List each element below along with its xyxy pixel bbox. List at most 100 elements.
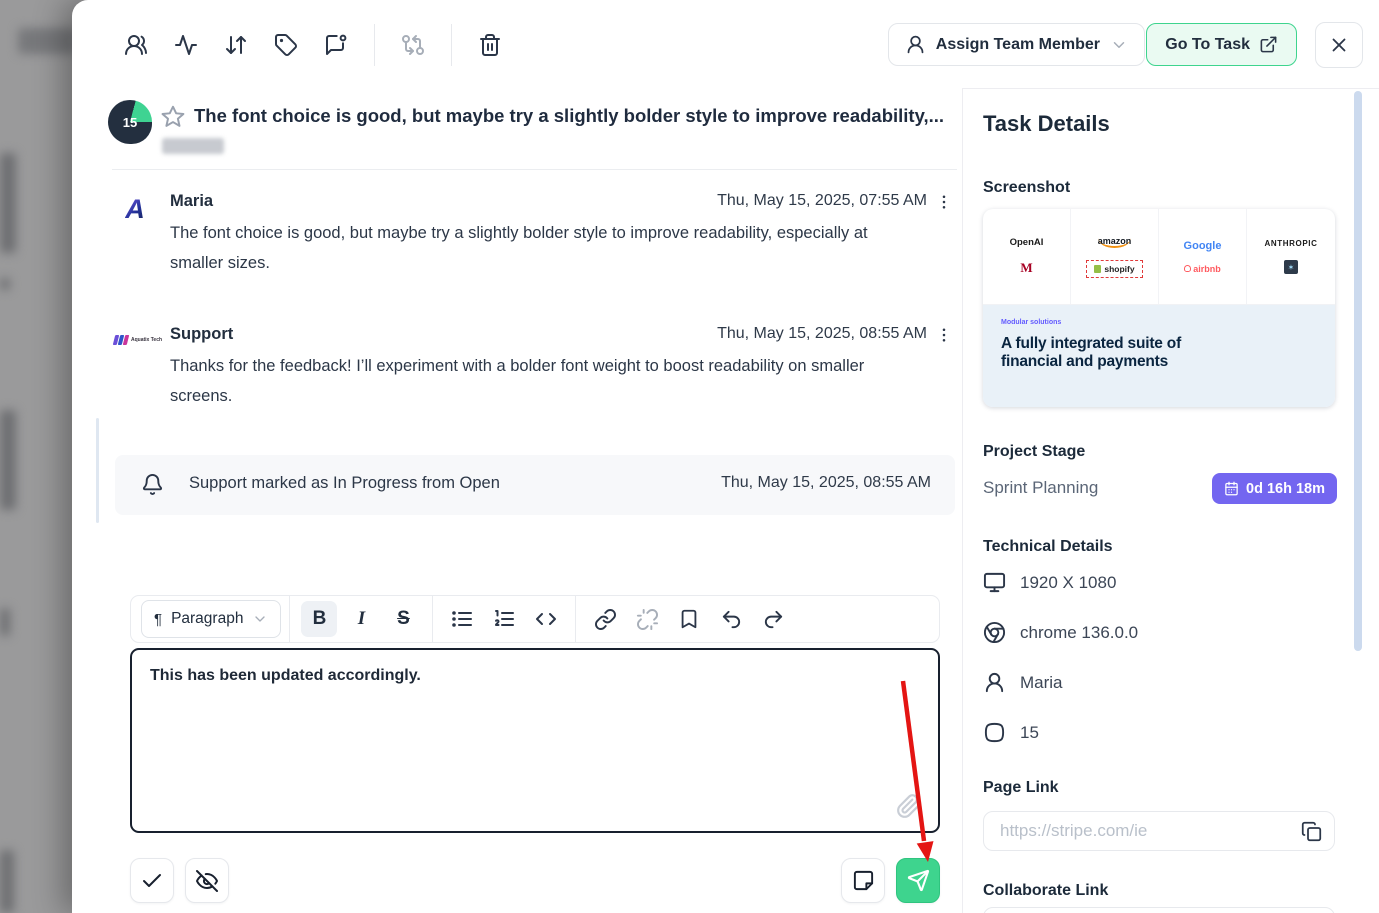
count-value: 15: [1020, 723, 1039, 743]
pilcrow-icon: ¶: [154, 611, 162, 628]
copy-icon[interactable]: [1301, 821, 1322, 842]
favorite-star-icon[interactable]: [160, 104, 186, 130]
paragraph-style-dropdown[interactable]: ¶ Paragraph: [141, 600, 281, 638]
comment-support: Aquatix Tech Support Thu, May 15, 2025, …: [112, 323, 957, 411]
tag-button[interactable]: [268, 25, 304, 65]
attachment-paperclip-icon[interactable]: [896, 793, 922, 819]
toolbar-separator: [374, 24, 375, 66]
italic-button[interactable]: I: [343, 601, 379, 637]
reporter-row: Maria: [983, 671, 1063, 694]
bullet-list-button[interactable]: [444, 601, 480, 637]
assign-label: Assign Team Member: [936, 36, 1100, 54]
undo-button[interactable]: [713, 601, 749, 637]
comment-body: Thanks for the feedback! I’ll experiment…: [170, 351, 925, 411]
background-blurred-block: [0, 608, 10, 636]
comment-menu-button[interactable]: [933, 191, 955, 213]
project-stage-label: Project Stage: [983, 443, 1085, 461]
thread-title: The font choice is good, but maybe try a…: [194, 105, 954, 127]
sort-button[interactable]: [218, 25, 254, 65]
code-button[interactable]: [528, 601, 564, 637]
airbnb-logo: airbnb: [1184, 264, 1221, 274]
resolution-value: 1920 X 1080: [1020, 573, 1116, 593]
bold-button[interactable]: B: [301, 601, 337, 637]
marriott-logo: M: [1020, 260, 1032, 276]
close-button[interactable]: [1315, 22, 1363, 68]
openai-logo: OpenAI: [1010, 237, 1044, 248]
close-icon: [1328, 34, 1350, 56]
bookmark-button[interactable]: [671, 601, 707, 637]
comment-maria: A Maria Thu, May 15, 2025, 07:55 AM The …: [112, 190, 957, 278]
project-stage-value: Sprint Planning: [983, 478, 1098, 498]
avatar-support-logo: Aquatix Tech: [114, 331, 170, 349]
background-blurred-block: [0, 410, 16, 510]
squircle-icon: [983, 721, 1006, 744]
browser-value: chrome 136.0.0: [1020, 623, 1138, 643]
sidebar-scrollbar[interactable]: [1354, 91, 1362, 651]
background-blurred-header: [18, 28, 76, 54]
collaborate-link-input[interactable]: [984, 908, 1334, 913]
screenshot-eyebrow: Modular solutions: [1001, 319, 1335, 326]
screenshot-heading: A fully integrated suite of financial an…: [1001, 335, 1191, 371]
compare-button[interactable]: [395, 25, 431, 65]
page-link-label: Page Link: [983, 779, 1059, 797]
airbnb-icon: [1184, 265, 1191, 272]
comment-menu-button[interactable]: [933, 324, 955, 346]
feedback-count-badge: 15: [108, 100, 152, 144]
strikethrough-button[interactable]: S: [385, 601, 421, 637]
delete-button[interactable]: [472, 25, 508, 65]
comment-timestamp: Thu, May 15, 2025, 08:55 AM: [717, 323, 927, 345]
status-change-notification: Support marked as In Progress from Open …: [115, 455, 955, 515]
note-button[interactable]: [841, 858, 885, 903]
send-button[interactable]: [896, 858, 940, 903]
editor-content-text: This has been updated accordingly.: [150, 667, 421, 684]
reporter-value: Maria: [1020, 673, 1063, 693]
editor-separator: [289, 596, 290, 642]
chevron-down-icon: [252, 611, 268, 627]
count-row: 15: [983, 721, 1039, 744]
page-link-field: [983, 811, 1335, 851]
resolve-button[interactable]: [130, 858, 174, 903]
browser-row: chrome 136.0.0: [983, 621, 1138, 644]
maersk-logo-icon: ✶: [1284, 260, 1298, 274]
thread-header: 15 The font choice is good, but maybe tr…: [112, 94, 957, 170]
task-details-panel: Task Details Screenshot OpenAI M amazon …: [962, 88, 1379, 913]
redacted-author: [162, 138, 224, 154]
screenshot-thumbnail[interactable]: OpenAI M amazon shopify Google airbnb AN…: [983, 209, 1335, 407]
external-link-icon: [1259, 35, 1278, 54]
toolbar-separator: [451, 24, 452, 66]
calendar-icon: [1224, 481, 1239, 496]
go-to-task-label: Go To Task: [1165, 36, 1250, 54]
resolution-row: 1920 X 1080: [983, 571, 1116, 594]
chevron-down-icon: [1110, 36, 1128, 54]
comment-button[interactable]: [318, 25, 354, 65]
go-to-task-button[interactable]: Go To Task: [1146, 23, 1297, 66]
screenshot-logo-grid: OpenAI M amazon shopify Google airbnb AN…: [983, 209, 1335, 305]
redo-button[interactable]: [755, 601, 791, 637]
screenshot-hero: Modular solutions A fully integrated sui…: [983, 305, 1335, 407]
hide-button[interactable]: [185, 858, 229, 903]
collaborate-link-field: [983, 907, 1335, 913]
editor-textarea[interactable]: This has been updated accordingly.: [130, 648, 940, 833]
avatar-maria: A: [118, 194, 152, 228]
page-link-input[interactable]: [984, 812, 1334, 850]
assignees-button[interactable]: [118, 25, 154, 65]
background-blurred-block: [0, 153, 16, 253]
amazon-logo: amazon: [1098, 236, 1132, 248]
time-remaining-badge: 0d 16h 18m: [1212, 473, 1337, 504]
collaborate-link-label: Collaborate Link: [983, 882, 1108, 900]
editor-separator: [575, 596, 576, 642]
unlink-button[interactable]: [629, 601, 665, 637]
assign-team-member-button[interactable]: Assign Team Member: [888, 23, 1145, 66]
ordered-list-button[interactable]: [486, 601, 522, 637]
link-button[interactable]: [587, 601, 623, 637]
paragraph-label: Paragraph: [171, 610, 243, 628]
screenshot-label: Screenshot: [983, 179, 1070, 197]
reply-editor: ¶ Paragraph B I S: [130, 595, 940, 833]
bell-icon: [141, 473, 164, 496]
technical-details-label: Technical Details: [983, 538, 1113, 556]
monitor-icon: [983, 571, 1006, 594]
comment-timestamp: Thu, May 15, 2025, 07:55 AM: [717, 190, 927, 212]
thread-scrollbar[interactable]: [96, 418, 99, 523]
activity-button[interactable]: [168, 25, 204, 65]
task-dialog: Assign Team Member Go To Task 15 The fon…: [72, 0, 1379, 913]
